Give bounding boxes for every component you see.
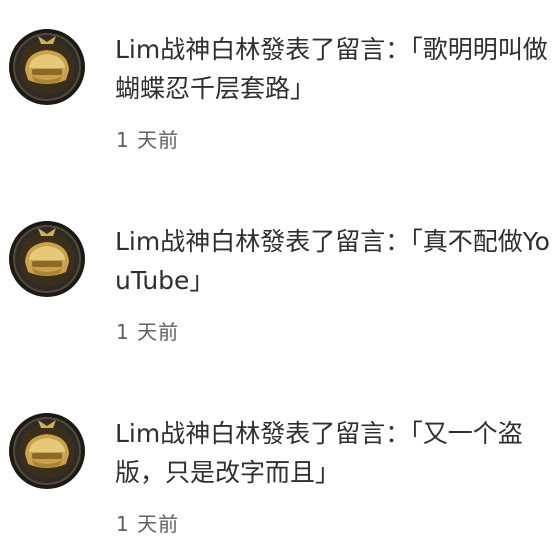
avatar[interactable] bbox=[8, 220, 86, 298]
avatar[interactable] bbox=[8, 28, 86, 106]
notification-timestamp: 1 天前 bbox=[116, 128, 180, 152]
notification-list: Lim战神白林發表了留言：「歌明明叫做蝴蝶忍千层套路」 1 天前 Lim战神白林… bbox=[0, 0, 560, 560]
notification-item[interactable]: Lim战神白林發表了留言：「真不配做YouTube」 1 天前 bbox=[0, 192, 560, 372]
notification-message: Lim战神白林發表了留言：「真不配做YouTube」 bbox=[115, 227, 550, 295]
gold-helmet-icon bbox=[9, 29, 85, 105]
notification-message: Lim战神白林發表了留言：「歌明明叫做蝴蝶忍千层套路」 bbox=[115, 35, 548, 103]
notification-item[interactable]: Lim战神白林發表了留言：「又一个盗版，只是改字而且」 1 天前 bbox=[0, 384, 560, 560]
notification-item[interactable]: Lim战神白林發表了留言：「歌明明叫做蝴蝶忍千层套路」 1 天前 bbox=[0, 0, 560, 180]
gold-helmet-icon bbox=[9, 221, 85, 297]
notification-timestamp: 1 天前 bbox=[116, 320, 180, 344]
avatar[interactable] bbox=[8, 412, 86, 490]
notification-message: Lim战神白林發表了留言：「又一个盗版，只是改字而且」 bbox=[115, 419, 523, 487]
gold-helmet-icon bbox=[9, 413, 85, 489]
notification-timestamp: 1 天前 bbox=[116, 512, 180, 536]
